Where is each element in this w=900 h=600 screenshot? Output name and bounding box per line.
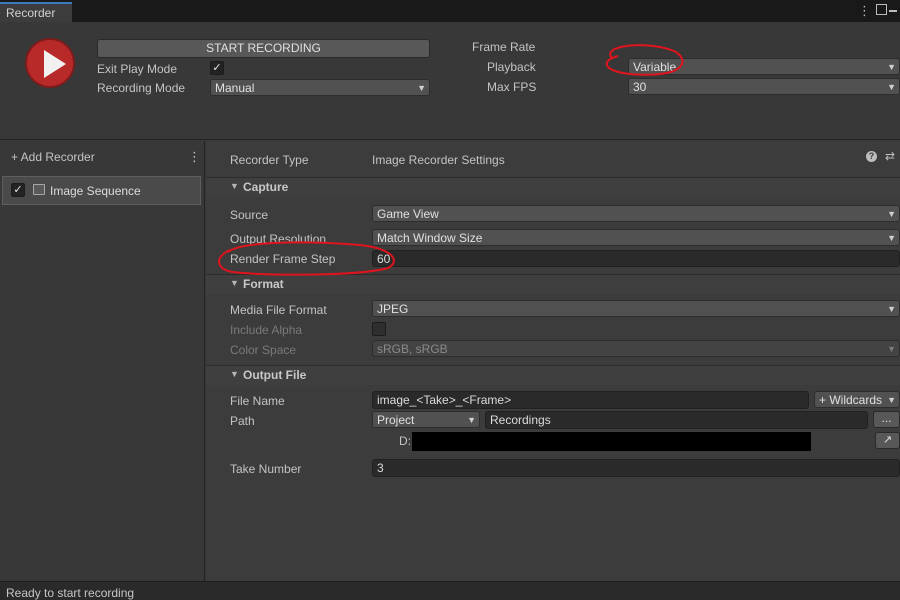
exit-play-mode-label: Exit Play Mode — [97, 62, 178, 76]
recording-mode-label: Recording Mode — [97, 81, 186, 95]
exit-play-mode-checkbox[interactable]: ✓ — [210, 61, 224, 75]
recording-mode-value: Manual — [215, 81, 255, 95]
browse-folder-button[interactable]: ... — [873, 411, 900, 428]
media-file-format-dropdown[interactable]: JPEG ▼ — [372, 300, 900, 317]
maximize-icon[interactable] — [876, 4, 887, 15]
open-folder-icon[interactable]: ↗ — [875, 432, 900, 449]
foldout-arrow-icon: ▼ — [230, 181, 239, 191]
chevron-down-icon: ▼ — [887, 344, 896, 354]
playback-dropdown[interactable]: Variable ▼ — [628, 58, 900, 75]
render-frame-step-field[interactable]: 60 — [372, 250, 900, 267]
play-icon — [44, 50, 66, 78]
playback-label: Playback — [487, 60, 536, 74]
redacted-path — [412, 432, 811, 451]
path-folder-field[interactable]: Recordings — [485, 411, 868, 429]
include-alpha-checkbox — [372, 322, 386, 336]
capture-section-title: Capture — [243, 180, 289, 194]
title-bar — [0, 0, 900, 22]
chevron-down-icon: ▼ — [887, 304, 896, 314]
path-label: Path — [230, 414, 255, 428]
max-fps-value: 30 — [633, 80, 647, 94]
max-fps-label: Max FPS — [487, 80, 537, 94]
playback-value: Variable — [633, 60, 677, 74]
output-file-section-title: Output File — [243, 368, 307, 382]
foldout-arrow-icon: ▼ — [230, 369, 239, 379]
capture-section-header[interactable]: ▼ Capture — [206, 177, 900, 197]
foldout-arrow-icon: ▼ — [230, 278, 239, 288]
full-path-prefix: D: — [399, 434, 411, 448]
source-dropdown[interactable]: Game View ▼ — [372, 205, 900, 222]
kebab-menu-icon[interactable]: ⋮ — [858, 3, 871, 19]
add-recorder-button[interactable]: + Add Recorder — [11, 149, 95, 165]
close-icon[interactable] — [889, 10, 897, 12]
tab-recorder[interactable]: Recorder — [0, 2, 72, 22]
wildcards-button[interactable]: + Wildcards ▼ — [814, 391, 900, 408]
include-alpha-label: Include Alpha — [230, 323, 303, 337]
output-resolution-value: Match Window Size — [377, 231, 483, 245]
chevron-down-icon: ▼ — [887, 209, 896, 219]
max-fps-dropdown[interactable]: 30 ▼ — [628, 78, 900, 95]
preset-settings-icon[interactable]: ⇄ — [885, 149, 895, 163]
chevron-down-icon: ▼ — [887, 233, 896, 243]
recorder-enabled-checkbox[interactable]: ✓ — [11, 183, 25, 197]
path-root-value: Project — [377, 413, 415, 427]
file-name-label: File Name — [230, 394, 285, 408]
start-recording-button[interactable]: START RECORDING — [97, 39, 430, 58]
media-file-format-value: JPEG — [377, 302, 409, 316]
output-resolution-dropdown[interactable]: Match Window Size ▼ — [372, 229, 900, 246]
media-file-format-label: Media File Format — [230, 303, 327, 317]
source-label: Source — [230, 208, 269, 222]
frame-rate-label: Frame Rate — [472, 40, 536, 54]
recorder-item-label: Image Sequence — [50, 184, 141, 198]
help-icon[interactable]: ? — [866, 151, 877, 162]
wildcards-label: + Wildcards — [819, 393, 883, 407]
output-file-section-header[interactable]: ▼ Output File — [206, 365, 900, 385]
recorder-list-panel — [0, 141, 205, 581]
record-button[interactable] — [25, 38, 75, 88]
chevron-down-icon: ▼ — [887, 395, 896, 405]
path-root-dropdown[interactable]: Project ▼ — [372, 411, 480, 428]
status-bar: Ready to start recording — [0, 581, 900, 600]
chevron-down-icon: ▼ — [887, 62, 896, 72]
color-space-value: sRGB, sRGB — [377, 342, 448, 356]
take-number-field[interactable]: 3 — [372, 459, 900, 477]
source-value: Game View — [377, 207, 439, 221]
chevron-down-icon: ▼ — [467, 415, 476, 425]
format-section-header[interactable]: ▼ Format — [206, 274, 900, 294]
color-space-label: Color Space — [230, 343, 297, 357]
image-icon — [33, 184, 45, 195]
format-section-title: Format — [243, 277, 284, 291]
recorder-type-label: Recorder Type — [230, 153, 309, 167]
file-name-field[interactable]: image_<Take>_<Frame> — [372, 391, 809, 409]
color-space-dropdown: sRGB, sRGB ▼ — [372, 340, 900, 357]
list-item[interactable]: ✓ Image Sequence — [2, 176, 201, 205]
output-resolution-label: Output Resolution — [230, 232, 327, 246]
recording-mode-dropdown[interactable]: Manual ▼ — [210, 79, 430, 96]
take-number-label: Take Number — [230, 462, 302, 476]
kebab-menu-icon[interactable]: ⋮ — [188, 149, 201, 165]
recorder-type-value: Image Recorder Settings — [372, 153, 505, 167]
chevron-down-icon: ▼ — [417, 83, 426, 93]
status-text: Ready to start recording — [6, 586, 135, 600]
render-frame-step-label: Render Frame Step — [230, 252, 336, 266]
chevron-down-icon: ▼ — [887, 82, 896, 92]
